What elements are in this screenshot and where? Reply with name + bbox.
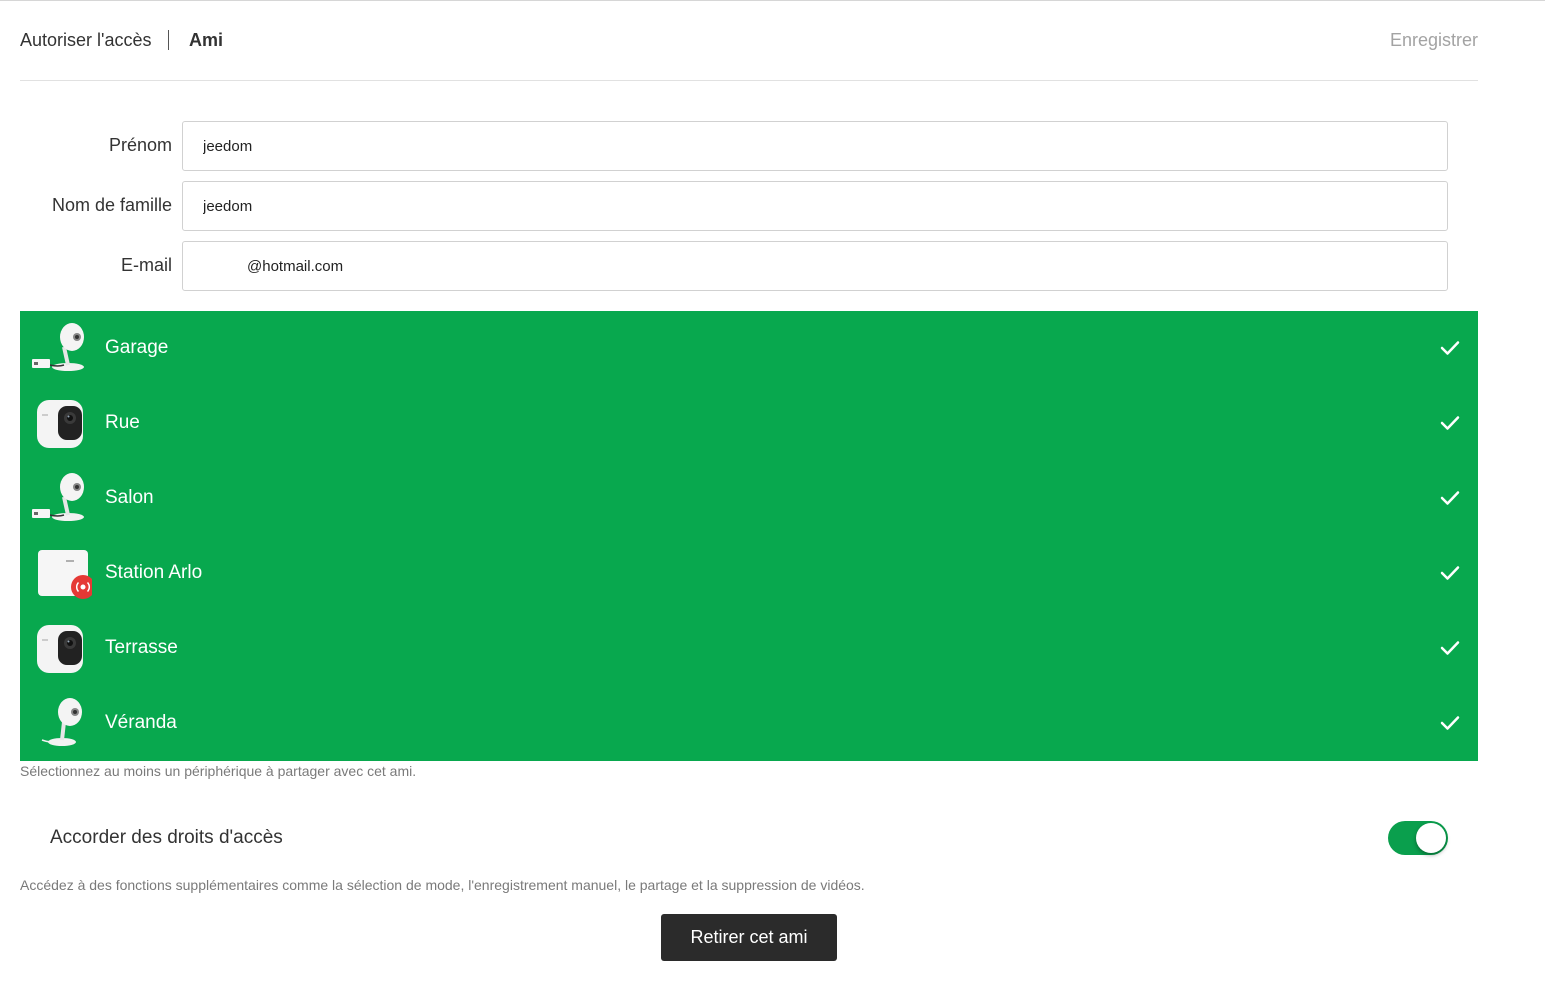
last-name-label: Nom de famille [51, 195, 172, 215]
device-name: Terrasse [105, 637, 178, 658]
checkmark-icon [1440, 566, 1460, 580]
device-row-station-arlo[interactable]: Station Arlo [20, 536, 1478, 611]
device-name: Véranda [105, 712, 177, 733]
access-rights-label: Accorder des droits d'accès [50, 827, 283, 848]
email-row: E-mail [20, 241, 1448, 291]
device-row-rue[interactable]: Rue [20, 386, 1478, 461]
device-name: Garage [105, 337, 169, 358]
arlo-base-station-icon [38, 550, 92, 599]
access-rights-toggle[interactable] [1388, 821, 1448, 855]
header-divider [20, 80, 1478, 81]
toggle-knob [1416, 823, 1446, 853]
last-name-input[interactable] [182, 181, 1448, 231]
page-header: Autoriser l'accès Ami Enregistrer [20, 18, 1478, 62]
breadcrumb-parent[interactable]: Autoriser l'accès [20, 30, 151, 51]
arlo-q-camera-icon [41, 698, 82, 746]
device-name: Rue [105, 412, 140, 433]
checkmark-icon [1440, 641, 1460, 655]
arlo-q-camera-icon [32, 323, 84, 371]
arlo-pro-camera-icon [37, 625, 83, 673]
checkmark-icon [1440, 416, 1460, 430]
access-helper-text: Accédez à des fonctions supplémentaires … [20, 877, 865, 893]
save-button[interactable]: Enregistrer [1390, 30, 1478, 51]
checkmark-icon [1440, 341, 1460, 355]
device-list: Garage Rue Salon Station Arlo Terrasse V… [20, 311, 1478, 761]
device-name: Salon [105, 487, 154, 508]
device-helper-text: Sélectionnez au moins un périphérique à … [20, 763, 417, 779]
email-label: E-mail [120, 255, 172, 275]
checkmark-icon [1440, 491, 1460, 505]
arlo-q-camera-icon [32, 473, 84, 521]
first-name-row: Prénom [20, 121, 1448, 171]
first-name-label: Prénom [108, 135, 172, 155]
arlo-pro-camera-icon [37, 400, 83, 448]
checkmark-icon [1440, 716, 1460, 730]
breadcrumb-current: Ami [189, 30, 224, 50]
device-row-salon[interactable]: Salon [20, 461, 1478, 536]
last-name-row: Nom de famille [20, 181, 1448, 231]
email-input[interactable] [182, 241, 1448, 291]
breadcrumb-separator [168, 30, 169, 50]
device-row-garage[interactable]: Garage [20, 311, 1478, 386]
remove-friend-button[interactable]: Retirer cet ami [661, 914, 837, 961]
device-name: Station Arlo [105, 562, 203, 583]
first-name-input[interactable] [182, 121, 1448, 171]
device-row-terrasse[interactable]: Terrasse [20, 611, 1478, 686]
device-row-veranda[interactable]: Véranda [20, 686, 1478, 761]
top-border [0, 0, 1545, 1]
